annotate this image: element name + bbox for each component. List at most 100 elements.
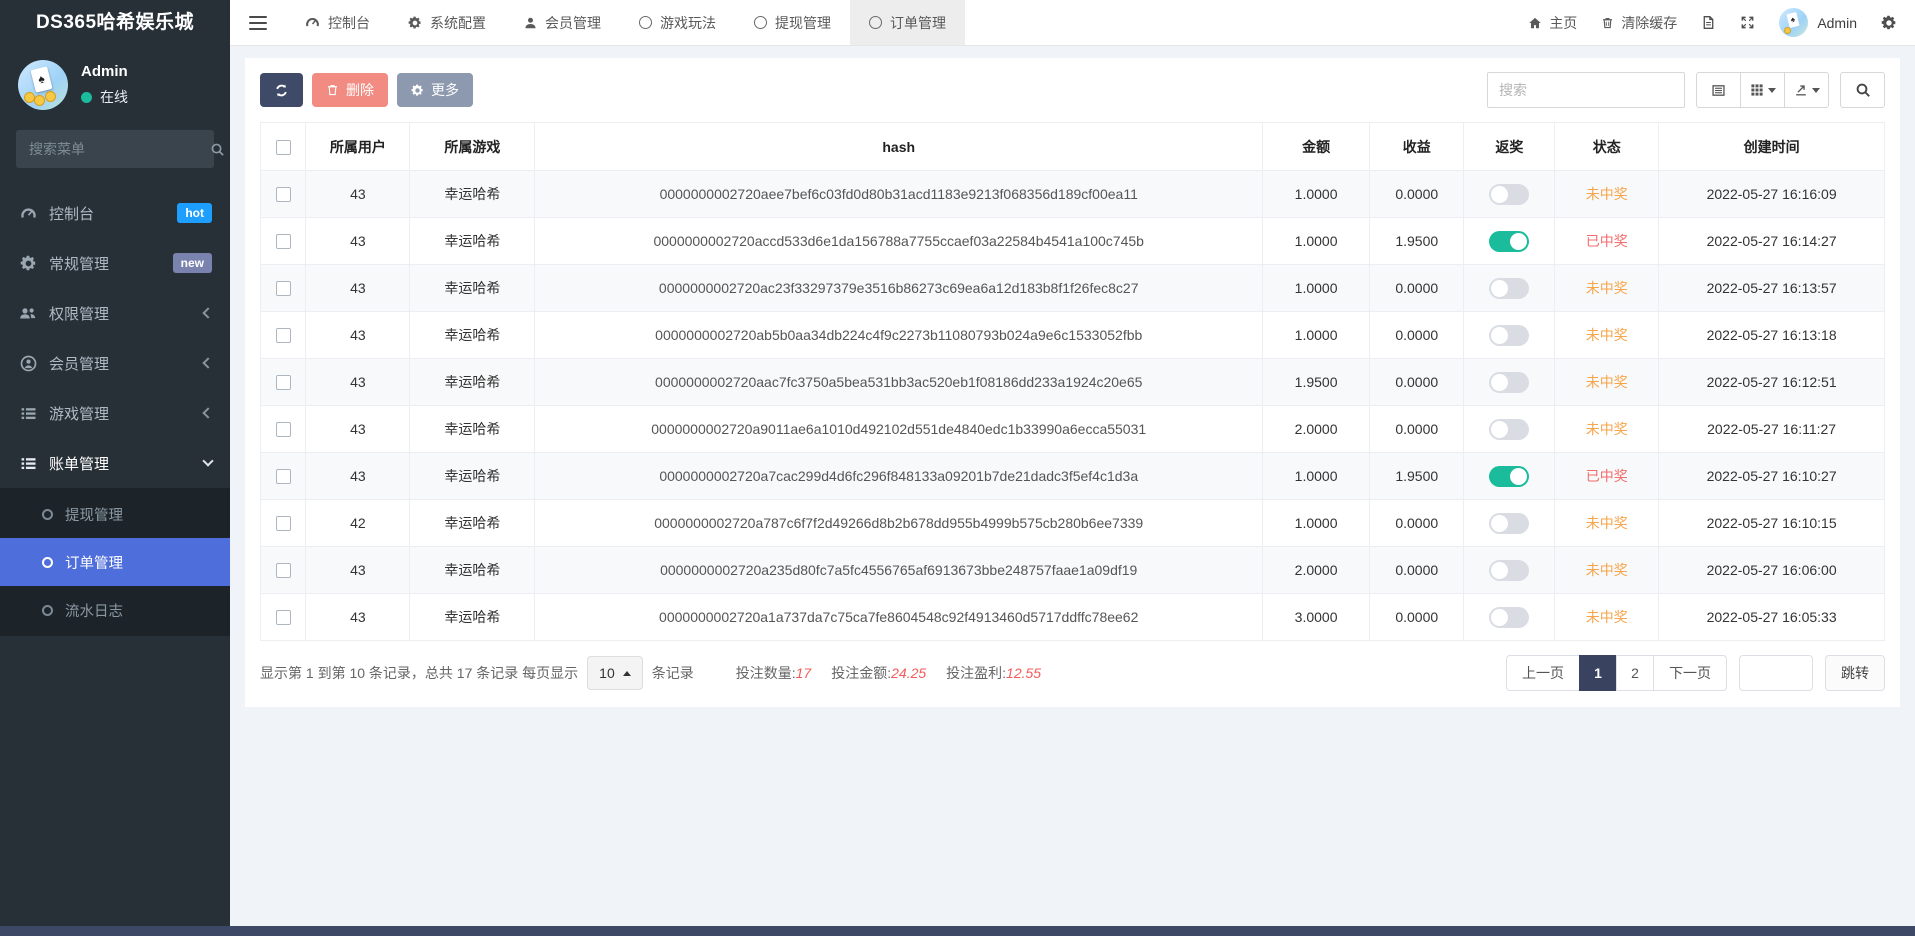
cell-profit: 0.0000 [1370, 312, 1464, 359]
row-checkbox[interactable] [276, 610, 291, 625]
cogs-icon[interactable] [1881, 15, 1897, 31]
table-row: 42 幸运哈希 0000000002720a787c6f7f2d49266d8b… [261, 500, 1885, 547]
list-icon [18, 405, 38, 422]
sidebar-item-bills[interactable]: 账单管理 [0, 438, 230, 488]
fullscreen-icon[interactable] [1740, 15, 1755, 30]
status-text: 未中奖 [1586, 327, 1628, 343]
next-page-button[interactable]: 下一页 [1653, 655, 1727, 691]
toolbar-right [1487, 72, 1885, 108]
status-text: 已中奖 [1586, 468, 1628, 484]
prev-page-button[interactable]: 上一页 [1506, 655, 1580, 691]
tab-label: 系统配置 [430, 13, 486, 33]
cell-amount: 1.0000 [1263, 218, 1370, 265]
sidebar-item-logs[interactable]: 流水日志 [0, 586, 230, 634]
cell-user: 43 [306, 594, 410, 641]
chevron-left-icon [202, 307, 213, 318]
list-icon [18, 455, 38, 472]
select-all-checkbox[interactable] [276, 140, 291, 155]
cell-user: 43 [306, 359, 410, 406]
page-size-value: 10 [599, 665, 615, 681]
advanced-search-button[interactable] [1840, 72, 1885, 108]
grid-icon [1750, 83, 1764, 97]
sidebar-search-input[interactable] [29, 141, 210, 157]
table-row: 43 幸运哈希 0000000002720a7cac299d4d6fc296f8… [261, 453, 1885, 500]
sidebar-item-label: 订单管理 [65, 552, 123, 573]
return-toggle[interactable] [1489, 607, 1529, 628]
circle-icon [42, 557, 53, 568]
export-button[interactable] [1784, 72, 1829, 108]
view-button-group [1696, 72, 1829, 108]
return-toggle[interactable] [1489, 560, 1529, 581]
sidebar-item-orders[interactable]: 订单管理 [0, 538, 230, 586]
row-checkbox[interactable] [276, 422, 291, 437]
circle-icon [869, 16, 882, 29]
return-toggle[interactable] [1489, 231, 1529, 252]
home-link[interactable]: 主页 [1528, 13, 1577, 33]
sidebar-item-withdrawals[interactable]: 提现管理 [0, 490, 230, 538]
page-button-1[interactable]: 1 [1579, 655, 1617, 691]
tab-label: 提现管理 [775, 13, 831, 33]
tab-withdrawals[interactable]: 提现管理 [735, 0, 850, 45]
row-checkbox[interactable] [276, 563, 291, 578]
clear-cache-link[interactable]: 清除缓存 [1601, 13, 1677, 33]
row-checkbox[interactable] [276, 281, 291, 296]
cell-user: 43 [306, 406, 410, 453]
navbar-right: 主页 清除缓存 ♠ Admin [1528, 0, 1915, 45]
row-checkbox[interactable] [276, 328, 291, 343]
sidebar-item-label: 流水日志 [65, 600, 123, 621]
return-toggle[interactable] [1489, 419, 1529, 440]
jump-button[interactable]: 跳转 [1825, 655, 1885, 691]
tab-system-config[interactable]: 系统配置 [389, 0, 505, 45]
users-icon [18, 305, 38, 322]
return-toggle[interactable] [1489, 325, 1529, 346]
table-row: 43 幸运哈希 0000000002720a1a737da7c75ca7fe86… [261, 594, 1885, 641]
cell-game: 幸运哈希 [410, 359, 535, 406]
export-icon [1794, 83, 1808, 97]
hamburger-icon[interactable] [230, 0, 286, 45]
sidebar-item-general[interactable]: 常规管理 new [0, 238, 230, 288]
tab-orders[interactable]: 订单管理 [850, 0, 965, 45]
sidebar-item-games[interactable]: 游戏管理 [0, 388, 230, 438]
page-button-2[interactable]: 2 [1616, 655, 1654, 691]
cell-amount: 1.0000 [1263, 265, 1370, 312]
return-toggle[interactable] [1489, 513, 1529, 534]
sidebar-item-members[interactable]: 会员管理 [0, 338, 230, 388]
sidebar-item-permissions[interactable]: 权限管理 [0, 288, 230, 338]
dashboard-icon [18, 205, 38, 222]
sidebar-item-console[interactable]: 控制台 hot [0, 188, 230, 238]
page-size-dropdown[interactable]: 10 [587, 656, 643, 690]
refresh-button[interactable] [260, 73, 303, 107]
sidebar-item-label: 提现管理 [65, 504, 123, 525]
jump-page-input[interactable] [1739, 655, 1813, 691]
return-toggle[interactable] [1489, 278, 1529, 299]
cell-amount: 1.0000 [1263, 453, 1370, 500]
tab-game-play[interactable]: 游戏玩法 [620, 0, 735, 45]
return-toggle[interactable] [1489, 372, 1529, 393]
row-checkbox[interactable] [276, 375, 291, 390]
tab-members[interactable]: 会员管理 [505, 0, 620, 45]
admin-menu[interactable]: ♠ Admin [1779, 8, 1857, 37]
avatar[interactable]: ♠ [18, 60, 68, 110]
clear-cache-label: 清除缓存 [1621, 13, 1677, 33]
delete-button[interactable]: 删除 [312, 73, 388, 107]
row-checkbox[interactable] [276, 469, 291, 484]
sidebar-item-label: 会员管理 [49, 353, 109, 374]
tab-console[interactable]: 控制台 [286, 0, 389, 45]
return-toggle[interactable] [1489, 184, 1529, 205]
col-status: 状态 [1555, 123, 1659, 171]
more-button[interactable]: 更多 [397, 73, 473, 107]
cell-hash: 0000000002720a235d80fc7a5fc4556765af6913… [535, 547, 1263, 594]
table-search-input[interactable] [1487, 72, 1685, 108]
cell-created-time: 2022-05-27 16:12:51 [1659, 359, 1885, 406]
columns-button[interactable] [1740, 72, 1785, 108]
return-toggle[interactable] [1489, 466, 1529, 487]
circle-icon [754, 16, 767, 29]
detail-view-button[interactable] [1696, 72, 1741, 108]
cell-created-time: 2022-05-27 16:11:27 [1659, 406, 1885, 453]
row-checkbox[interactable] [276, 234, 291, 249]
status-text: 未中奖 [1586, 562, 1628, 578]
table-row: 43 幸运哈希 0000000002720ac23f33297379e3516b… [261, 265, 1885, 312]
clear-screen-icon[interactable] [1701, 15, 1716, 30]
row-checkbox[interactable] [276, 516, 291, 531]
row-checkbox[interactable] [276, 187, 291, 202]
